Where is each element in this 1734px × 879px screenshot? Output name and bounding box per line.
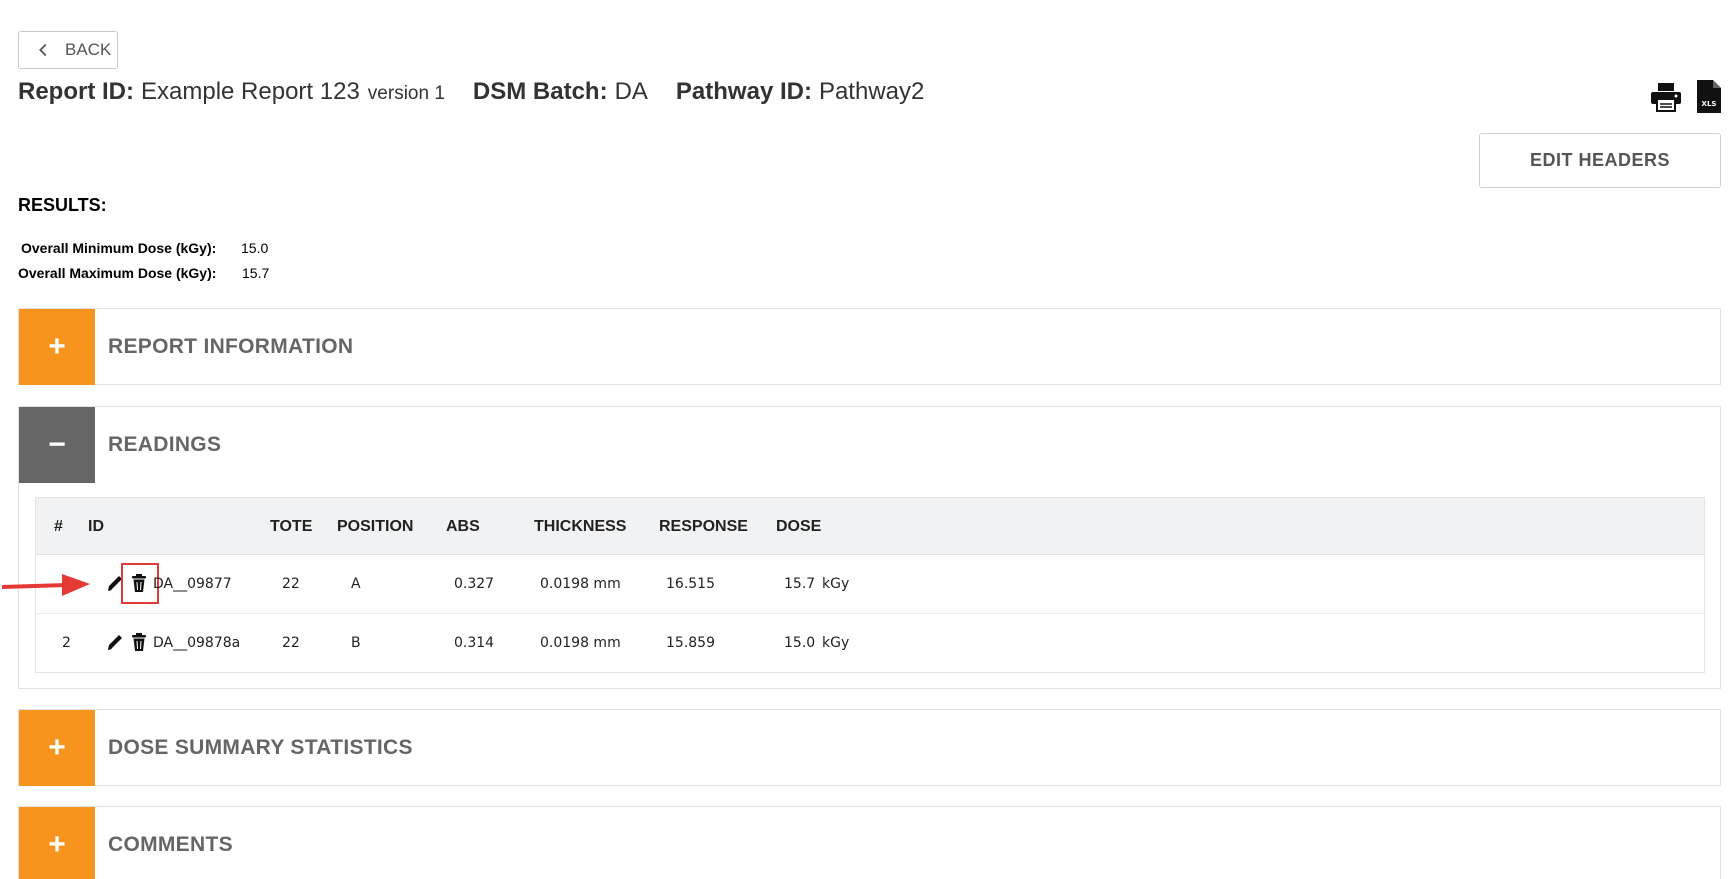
reading-position: B — [351, 635, 361, 651]
reading-dose-unit: kGy — [822, 635, 850, 651]
expand-icon[interactable]: + — [19, 807, 95, 879]
max-dose-row: Overall Maximum Dose (kGy): 15.7 — [18, 265, 269, 281]
readings-header[interactable]: − READINGS — [19, 407, 1720, 483]
comments-header[interactable]: + COMMENTS — [19, 807, 1720, 879]
reading-position: A — [351, 576, 361, 592]
chevron-left-icon — [39, 43, 47, 57]
reading-dose-unit: kGy — [822, 576, 850, 592]
report-id-value: Example Report 123 — [141, 78, 360, 105]
printer-icon[interactable] — [1650, 82, 1682, 112]
readings-panel: − READINGS # ID TOTE POSITION ABS THICKN… — [18, 406, 1721, 689]
xls-file-icon[interactable]: XLS — [1697, 80, 1721, 113]
reading-thickness: 0.0198 mm — [540, 576, 621, 592]
pencil-icon[interactable] — [106, 632, 124, 652]
column-header-dose: DOSE — [776, 518, 822, 535]
column-header-abs: ABS — [446, 518, 480, 535]
report-version: version 1 — [367, 83, 445, 104]
column-header-num: # — [54, 518, 63, 535]
trash-icon[interactable] — [130, 632, 148, 652]
reading-abs: 0.327 — [454, 576, 495, 592]
expand-icon[interactable]: + — [19, 309, 95, 385]
report-id-label: Report ID: — [18, 78, 134, 105]
xls-icon-label: XLS — [1702, 100, 1717, 108]
collapse-icon[interactable]: − — [19, 407, 95, 483]
min-dose-label: Overall Minimum Dose (kGy): — [21, 240, 217, 256]
edit-headers-button[interactable]: EDIT HEADERS — [1479, 133, 1721, 188]
annotation-arrow-icon — [1, 574, 90, 596]
row-number: 2 — [62, 635, 71, 651]
dose-summary-panel: + DOSE SUMMARY STATISTICS — [18, 709, 1721, 786]
reading-response: 15.859 — [666, 635, 715, 651]
reading-id: DA__09877 — [153, 576, 232, 592]
expand-icon[interactable]: + — [19, 710, 95, 786]
results-title: RESULTS: — [18, 195, 107, 215]
back-button-label: BACK — [65, 40, 112, 59]
column-header-response: RESPONSE — [659, 518, 748, 535]
reading-id: DA__09878a — [153, 635, 241, 651]
readings-title: READINGS — [108, 433, 222, 456]
reading-tote: 22 — [282, 635, 300, 651]
pathway-value: Pathway2 — [818, 78, 925, 105]
table-row: 2 DA__09878a 22 B 0.314 0.0198 mm 15.859… — [36, 614, 1704, 673]
column-header-id: ID — [88, 518, 104, 535]
report-information-panel: + REPORT INFORMATION — [18, 308, 1721, 385]
report-header: Report ID: Example Report 123 version 1 … — [18, 78, 924, 114]
reading-dose: 15.7 — [784, 576, 816, 592]
report-information-header[interactable]: + REPORT INFORMATION — [19, 309, 1720, 385]
comments-title: COMMENTS — [108, 833, 233, 856]
max-dose-label: Overall Maximum Dose (kGy): — [18, 265, 217, 281]
reading-tote: 22 — [282, 576, 300, 592]
reading-response: 16.515 — [666, 576, 715, 592]
table-header: # ID TOTE POSITION ABS THICKNESS RESPONS… — [36, 498, 1704, 555]
dose-summary-title: DOSE SUMMARY STATISTICS — [108, 736, 413, 759]
min-dose-value: 15.0 — [241, 240, 269, 256]
reading-abs: 0.314 — [454, 635, 495, 651]
readings-table: # ID TOTE POSITION ABS THICKNESS RESPONS… — [35, 497, 1705, 673]
pathway-label: Pathway ID: — [675, 78, 812, 105]
reading-dose: 15.0 — [784, 635, 816, 651]
column-header-thickness: THICKNESS — [534, 518, 627, 535]
report-information-title: REPORT INFORMATION — [108, 335, 354, 358]
table-row: DA__09877 22 A 0.327 0.0198 mm 16.515 15… — [36, 555, 1704, 614]
column-header-position: POSITION — [337, 518, 414, 535]
batch-label: DSM Batch: — [472, 78, 608, 105]
reading-thickness: 0.0198 mm — [540, 635, 621, 651]
batch-value: DA — [614, 78, 648, 105]
min-dose-row: Overall Minimum Dose (kGy): 15.0 — [21, 240, 268, 256]
back-button[interactable]: BACK — [18, 31, 118, 69]
column-header-tote: TOTE — [270, 518, 313, 535]
dose-summary-header[interactable]: + DOSE SUMMARY STATISTICS — [19, 710, 1720, 786]
max-dose-value: 15.7 — [242, 265, 270, 281]
comments-panel: + COMMENTS — [18, 806, 1721, 879]
